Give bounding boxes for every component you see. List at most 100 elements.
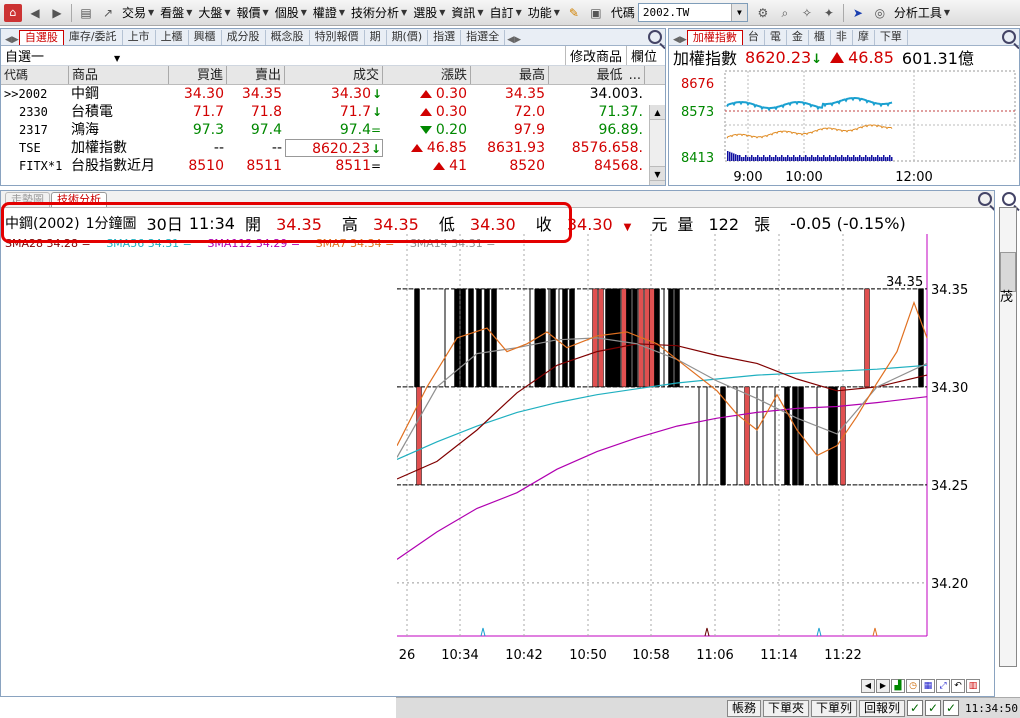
col-ask[interactable]: 賣出 <box>227 66 285 84</box>
tab-scroll-right-icon[interactable]: ◀▶ <box>507 35 521 45</box>
columns-button[interactable]: 欄位 <box>625 46 661 65</box>
scroll-left-icon[interactable]: ◀ <box>861 679 875 693</box>
watchlist-header-row: 代碼 商品 買進 賣出 成交 漲跌 最高 最低... <box>1 66 665 85</box>
menu-screener[interactable]: 選股 ▼ <box>413 4 445 21</box>
tab-watchlist[interactable]: 自選股 <box>18 30 64 45</box>
tab-scroll-left-icon[interactable]: ◀▶ <box>673 35 687 45</box>
clock-icon[interactable]: ◷ <box>906 679 920 693</box>
menu-stock[interactable]: 個股 ▼ <box>275 4 307 21</box>
tab-futures[interactable]: 期 <box>365 30 387 45</box>
tab-finance[interactable]: 金 <box>787 30 809 45</box>
tab-components[interactable]: 成分股 <box>222 30 266 45</box>
tab-otc-index[interactable]: 櫃 <box>809 30 831 45</box>
order-folder-button[interactable]: 下單夾 <box>762 699 809 717</box>
tab-tw[interactable]: 台 <box>743 30 765 45</box>
tools-icon[interactable]: ✧ <box>798 4 816 22</box>
menu-trade[interactable]: 交易 ▼ <box>122 4 154 21</box>
group-icon[interactable]: ⚙ <box>754 4 772 22</box>
table-row[interactable]: 2317 鴻海 97.3 97.4 97.4 = 0.20 97.9 96.89. <box>1 121 665 139</box>
undo-icon[interactable]: ↶ <box>951 679 965 693</box>
triangle-up-icon <box>830 51 845 63</box>
table-row[interactable]: 2330 台積電 71.7 71.8 71.7 ↓ 0.30 72.0 71.37… <box>1 103 665 121</box>
col-change[interactable]: 漲跌 <box>383 66 471 84</box>
menu-info[interactable]: 資訊 ▼ <box>451 4 483 21</box>
index-volume-bar <box>755 157 757 161</box>
menu-warrant[interactable]: 權證 ▼ <box>313 4 345 21</box>
search-icon[interactable]: ⌕ <box>776 4 794 22</box>
chevron-down-icon[interactable]: ▼ <box>730 4 747 21</box>
tab-electronic[interactable]: 電 <box>765 30 787 45</box>
tab-special-quote[interactable]: 特別報價 <box>310 30 365 45</box>
table-row[interactable]: TSE 加權指數 -- -- 8620.23 ↓ 46.85 8631.93 85… <box>1 139 665 157</box>
pen-icon[interactable]: ✎ <box>565 4 583 22</box>
analysis-icon[interactable]: ◎ <box>871 4 889 22</box>
menu-technical[interactable]: 技術分析 ▼ <box>351 4 407 21</box>
tab-index-options[interactable]: 指選 <box>428 30 462 45</box>
menu-watch[interactable]: 看盤 ▼ <box>160 4 192 21</box>
external-link-icon[interactable]: ↗ <box>99 4 117 22</box>
status-checkbox[interactable]: ✓ <box>907 700 924 716</box>
col-code[interactable]: 代碼 <box>1 66 69 84</box>
tab-taiex[interactable]: 加權指數 <box>686 30 743 45</box>
menu-market[interactable]: 大盤 ▼ <box>198 4 230 21</box>
tab-emerging[interactable]: 興櫃 <box>189 30 222 45</box>
menu-analysis-tools[interactable]: 分析工具 ▼ <box>894 4 950 21</box>
tag-icon[interactable]: ✦ <box>820 4 838 22</box>
table-row[interactable]: FITX*1 台股指數近月 8510 8511 8511 = 41 8520 84… <box>1 157 665 175</box>
col-low[interactable]: 最低... <box>549 66 645 84</box>
side-scrollbar[interactable] <box>999 207 1017 667</box>
order-bar-button[interactable]: 下單列 <box>810 699 857 717</box>
tab-index-options-all[interactable]: 指選全 <box>461 30 506 45</box>
chart-type-icon[interactable]: ▟ <box>891 679 905 693</box>
index-volume-bar <box>873 157 875 161</box>
arrow-down-icon: ↓ <box>811 51 823 67</box>
menu-quote[interactable]: 報價 ▼ <box>237 4 269 21</box>
account-button[interactable]: 帳務 <box>726 699 761 717</box>
print-icon[interactable]: ▤ <box>77 4 95 22</box>
tab-msci[interactable]: 摩 <box>853 30 875 45</box>
expand-icon[interactable]: ⤢ <box>936 679 950 693</box>
cursor-icon[interactable]: ➤ <box>849 4 867 22</box>
index-volume-bar <box>877 155 879 161</box>
col-last[interactable]: 成交 <box>285 66 383 84</box>
home-icon[interactable]: ⌂ <box>4 3 22 22</box>
table-row[interactable]: >>2002 中鋼 34.30 34.35 34.30 ↓ 0.30 34.35 … <box>1 85 665 103</box>
tab-non-elec[interactable]: 非 <box>831 30 853 45</box>
tab-otc[interactable]: 上櫃 <box>156 30 189 45</box>
index-volume-bar <box>871 155 873 161</box>
tab-scroll-left-icon[interactable]: ◀▶ <box>5 35 19 45</box>
group-selector[interactable]: 自選一 ▼ <box>5 46 120 65</box>
tab-concepts[interactable]: 概念股 <box>266 30 310 45</box>
zoom-icon[interactable] <box>1002 192 1016 206</box>
tab-order[interactable]: 下單 <box>875 30 908 45</box>
status-checkbox[interactable]: ✓ <box>925 700 942 716</box>
menu-custom[interactable]: 自訂 ▼ <box>490 4 522 21</box>
notepad-icon[interactable]: ▣ <box>587 4 605 22</box>
indicator-icon[interactable]: ▥ <box>966 679 980 693</box>
index-volume-bar <box>791 157 793 161</box>
index-volume-bar <box>777 157 779 161</box>
candle-down <box>468 288 474 388</box>
report-bar-button[interactable]: 回報列 <box>859 699 906 717</box>
menu-function[interactable]: 功能 ▼ <box>528 4 560 21</box>
watchlist-scrollbar[interactable]: ▲ ▼ ↻ <box>649 105 665 185</box>
tab-futures-price[interactable]: 期(價) <box>387 30 429 45</box>
scroll-down-icon[interactable]: ▼ <box>650 166 665 181</box>
tab-listed[interactable]: 上市 <box>123 30 156 45</box>
code-input[interactable]: 2002.TW ▼ <box>637 3 748 22</box>
refresh-icon[interactable]: ↻ <box>650 181 665 185</box>
edit-items-button[interactable]: 修改商品 <box>564 46 626 65</box>
forward-icon[interactable]: ▶ <box>48 4 66 22</box>
zoom-icon[interactable] <box>648 30 662 44</box>
scroll-up-icon[interactable]: ▲ <box>650 105 665 120</box>
tab-inventory[interactable]: 庫存/委託 <box>64 30 123 45</box>
col-high[interactable]: 最高 <box>471 66 549 84</box>
zoom-icon[interactable] <box>978 192 992 206</box>
col-name[interactable]: 商品 <box>69 66 169 84</box>
grid-icon[interactable]: ▦ <box>921 679 935 693</box>
back-icon[interactable]: ◀ <box>26 4 44 22</box>
status-checkbox[interactable]: ✓ <box>943 700 960 716</box>
col-bid[interactable]: 買進 <box>169 66 227 84</box>
zoom-icon[interactable] <box>1002 30 1016 44</box>
scroll-right-icon[interactable]: ▶ <box>876 679 890 693</box>
